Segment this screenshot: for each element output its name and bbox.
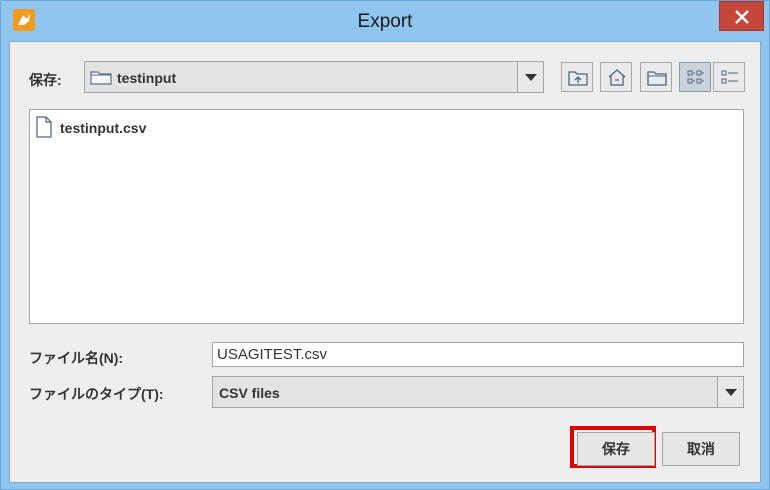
details-view-icon [721, 70, 738, 84]
chevron-down-icon [725, 389, 737, 396]
filetype-value: CSV files [219, 385, 280, 401]
close-icon [735, 10, 749, 24]
chevron-down-icon [525, 74, 537, 81]
list-view-button[interactable] [679, 62, 711, 92]
export-dialog: Export 保存: testinput testinput.csv ファイル名… [0, 0, 770, 490]
file-list[interactable]: testinput.csv [29, 109, 744, 324]
file-name: testinput.csv [60, 120, 147, 136]
file-icon [36, 116, 52, 138]
home-button[interactable] [600, 62, 632, 92]
home-icon [608, 69, 626, 86]
up-one-level-button[interactable] [561, 62, 593, 92]
save-in-combobox[interactable]: testinput [84, 61, 544, 93]
folder-icon [90, 69, 112, 90]
filename-input[interactable] [212, 342, 744, 367]
up-folder-icon [568, 71, 588, 86]
window-title: Export [357, 11, 413, 32]
filename-label: ファイル名(N): [29, 350, 124, 366]
save-button[interactable]: 保存 [577, 432, 655, 466]
details-view-button[interactable] [713, 62, 745, 92]
new-folder-icon [647, 71, 667, 86]
save-in-directory: testinput [117, 70, 177, 86]
new-folder-button[interactable] [640, 62, 672, 92]
list-view-icon [687, 70, 704, 84]
filetype-combobox[interactable]: CSV files [212, 376, 744, 408]
save-in-label: 保存: [29, 72, 62, 88]
filetype-label: ファイルのタイプ(T): [29, 386, 164, 402]
dialog-content: 保存: testinput testinput.csv ファイル名(N): US… [9, 41, 761, 483]
cancel-button[interactable]: 取消 [662, 432, 740, 466]
filetype-dropdown-arrow[interactable] [717, 377, 743, 407]
title-bar[interactable]: Export [1, 1, 769, 41]
save-in-dropdown-arrow[interactable] [517, 62, 543, 92]
close-button[interactable] [719, 1, 764, 31]
